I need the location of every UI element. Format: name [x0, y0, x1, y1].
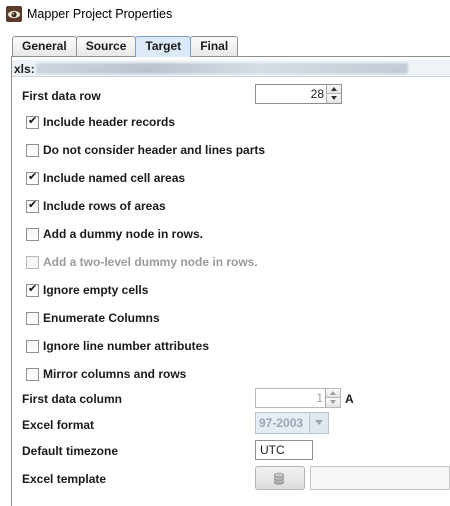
option-enumerate-columns[interactable]: Enumerate Columns — [26, 310, 160, 326]
option-add-dummy-node[interactable]: Add a dummy node in rows. — [26, 226, 203, 242]
tab-final[interactable]: Final — [190, 36, 239, 56]
option-label: Include rows of areas — [43, 199, 166, 213]
chevron-down-icon — [315, 420, 323, 425]
first-data-column-label: First data column — [22, 392, 123, 406]
option-label: Include header records — [43, 115, 176, 129]
first-data-row-value[interactable]: 28 — [311, 87, 324, 101]
first-data-column-value: 1 — [316, 391, 323, 405]
spinner-down-button — [326, 398, 340, 407]
option-include-rows-of-areas[interactable]: Include rows of areas — [26, 198, 166, 214]
arrow-up-icon — [331, 87, 337, 91]
default-timezone-label: Default timezone — [22, 444, 119, 458]
tab-target[interactable]: Target — [135, 36, 192, 57]
first-data-row-spinner[interactable]: 28 — [255, 84, 342, 104]
option-do-not-consider-header[interactable]: Do not consider header and lines parts — [26, 142, 265, 158]
title-bar: Mapper Project Properties — [0, 0, 450, 30]
excel-template-path-field — [310, 466, 450, 490]
arrow-up-icon — [330, 391, 336, 395]
default-timezone-input[interactable] — [255, 440, 313, 460]
checkbox[interactable] — [26, 114, 39, 129]
checkbox[interactable] — [26, 198, 39, 213]
checkbox[interactable] — [26, 311, 39, 325]
tab-general[interactable]: General — [12, 36, 77, 56]
spinner-up-button — [326, 389, 340, 398]
option-ignore-line-number-attributes[interactable]: Ignore line number attributes — [26, 338, 209, 354]
first-data-column-letter: A — [345, 392, 354, 406]
checkbox-disabled — [26, 255, 39, 269]
option-label: Ignore empty cells — [43, 283, 149, 297]
option-include-named-cell-areas[interactable]: Include named cell areas — [26, 170, 185, 186]
arrow-down-icon — [330, 400, 336, 404]
arrow-down-icon — [331, 96, 337, 100]
xls-label: xls: — [14, 62, 35, 76]
option-label: Ignore line number attributes — [43, 339, 210, 353]
spinner-down-button[interactable] — [327, 94, 341, 103]
option-mirror-columns-and-rows[interactable]: Mirror columns and rows — [26, 366, 186, 382]
default-timezone-field[interactable] — [256, 441, 312, 459]
tab-source[interactable]: Source — [75, 36, 137, 56]
tab-strip: General Source Target Final — [12, 36, 239, 57]
option-label: Include named cell areas — [43, 171, 186, 185]
xls-path-row: xls: — [12, 60, 450, 77]
option-label: Enumerate Columns — [43, 311, 160, 325]
checkbox[interactable] — [26, 367, 39, 381]
option-label: Do not consider header and lines parts — [43, 143, 266, 157]
option-add-two-level-dummy-node: Add a two-level dummy node in rows. — [26, 254, 258, 270]
database-icon — [273, 472, 285, 485]
first-data-column-spinner: 1 — [255, 388, 341, 408]
excel-format-label: Excel format — [22, 418, 95, 432]
checkbox[interactable] — [26, 227, 39, 241]
checkbox[interactable] — [26, 143, 39, 157]
checkbox[interactable] — [26, 282, 39, 297]
checkbox[interactable] — [26, 339, 39, 353]
excel-template-browse-button[interactable] — [255, 466, 305, 490]
target-tab-panel: xls: First data row 28 Include header re… — [11, 56, 450, 506]
option-label: Add a two-level dummy node in rows. — [43, 255, 258, 269]
dialog-content: General Source Target Final xls: First d… — [0, 30, 450, 506]
option-label: Add a dummy node in rows. — [43, 227, 204, 241]
option-ignore-empty-cells[interactable]: Ignore empty cells — [26, 282, 148, 298]
excel-format-value: 97-2003 — [259, 416, 304, 430]
dropdown-button — [309, 413, 328, 433]
app-eye-icon — [6, 6, 22, 22]
option-label: Mirror columns and rows — [43, 367, 187, 381]
excel-template-label: Excel template — [22, 472, 107, 486]
xls-path-redacted — [36, 63, 408, 74]
spinner-up-button[interactable] — [327, 85, 341, 94]
window-title: Mapper Project Properties — [27, 7, 173, 21]
checkbox[interactable] — [26, 170, 39, 185]
option-include-header-records[interactable]: Include header records — [26, 114, 175, 130]
excel-format-dropdown: 97-2003 — [255, 412, 329, 434]
first-data-row-label: First data row — [22, 89, 101, 103]
